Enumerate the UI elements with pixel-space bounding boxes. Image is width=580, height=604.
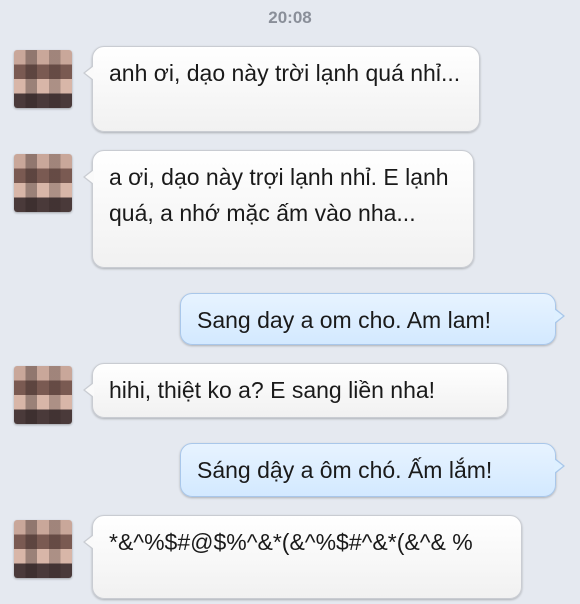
contact-avatar[interactable] bbox=[14, 50, 72, 108]
contact-avatar[interactable] bbox=[14, 520, 72, 578]
incoming-message-bubble[interactable]: hihi, thiệt ko a? E sang liền nha! bbox=[83, 363, 508, 418]
message-text: *&^%$#@$%^&*(&^%$#^&*(&^& % bbox=[109, 529, 473, 555]
contact-avatar[interactable] bbox=[14, 366, 72, 424]
message-text: Sang day a om cho. Am lam! bbox=[197, 307, 492, 333]
incoming-message-bubble[interactable]: anh ơi, dạo này trời lạnh quá nhỉ... bbox=[83, 46, 480, 132]
message-text: a ơi, dạo này trợi lạnh nhỉ. E lạnh quá,… bbox=[109, 164, 449, 226]
outgoing-message-bubble[interactable]: Sáng dậy a ôm chó. Ấm lắm! bbox=[180, 443, 565, 497]
message-text: anh ơi, dạo này trời lạnh quá nhỉ... bbox=[109, 60, 461, 86]
outgoing-message-bubble[interactable]: Sang day a om cho. Am lam! bbox=[180, 293, 565, 345]
message-text: Sáng dậy a ôm chó. Ấm lắm! bbox=[197, 457, 493, 483]
contact-avatar[interactable] bbox=[14, 154, 72, 212]
message-timestamp: 20:08 bbox=[268, 8, 312, 27]
incoming-message-bubble[interactable]: *&^%$#@$%^&*(&^%$#^&*(&^& % bbox=[83, 515, 522, 599]
incoming-message-bubble[interactable]: a ơi, dạo này trợi lạnh nhỉ. E lạnh quá,… bbox=[83, 150, 474, 268]
message-text: hihi, thiệt ko a? E sang liền nha! bbox=[109, 377, 436, 403]
